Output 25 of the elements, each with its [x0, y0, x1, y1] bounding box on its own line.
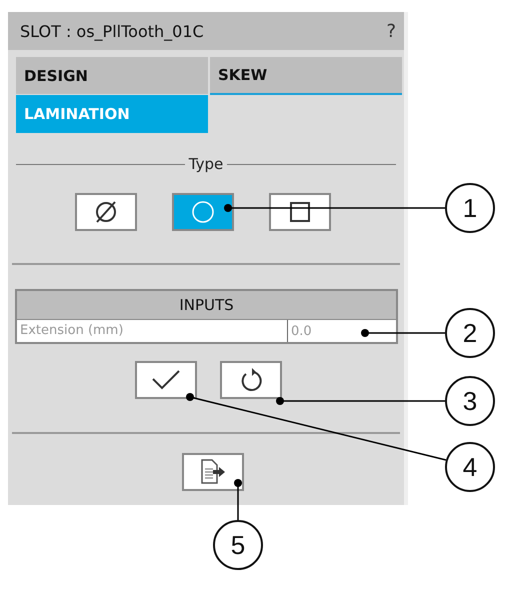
- callout-number: 1: [445, 183, 495, 233]
- tab[interactable]: SKEW: [210, 57, 402, 95]
- callout-number: 3: [445, 376, 495, 426]
- type-option-button[interactable]: [172, 193, 234, 231]
- callout-number: 2: [445, 308, 495, 358]
- table-header: INPUTS: [17, 291, 396, 320]
- tab[interactable]: DESIGN: [16, 57, 208, 95]
- group-label: Type: [188, 155, 224, 173]
- reset-button[interactable]: [220, 361, 282, 399]
- window-title: SLOT : os_PllTooth_01C: [20, 22, 204, 40]
- leader-line: [234, 479, 242, 520]
- help-button[interactable]: ?: [386, 20, 396, 42]
- checkmark-icon: [151, 369, 181, 391]
- reset-icon: [239, 367, 263, 393]
- callout-number: 5: [213, 520, 263, 570]
- square-icon: [290, 202, 310, 222]
- field-label: Extension (mm): [17, 320, 287, 342]
- callout-number: 4: [445, 442, 495, 492]
- apply-button[interactable]: [135, 361, 197, 399]
- export-button[interactable]: [182, 453, 244, 491]
- export-icon: [199, 459, 227, 485]
- slashed-circle-icon: [93, 199, 119, 225]
- circle-icon: [190, 199, 216, 225]
- type-option-button[interactable]: [269, 193, 331, 231]
- type-option-button[interactable]: [75, 193, 137, 231]
